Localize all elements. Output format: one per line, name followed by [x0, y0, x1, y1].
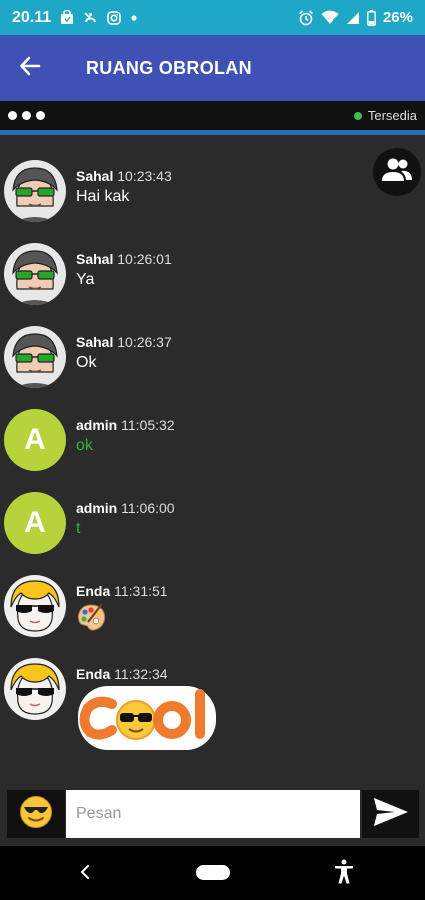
- accessibility-icon[interactable]: [332, 859, 356, 885]
- message-time: 10:26:37: [117, 334, 172, 350]
- app-bar: RUANG OBROLAN: [0, 35, 425, 101]
- avatar-sunglasses-boy: [4, 160, 66, 222]
- dot-icon: [130, 14, 138, 22]
- home-pill-icon[interactable]: [196, 865, 230, 880]
- avatar-sunglasses-boy: [4, 326, 66, 388]
- status-time: 20.11: [12, 8, 52, 26]
- back-button[interactable]: [0, 35, 60, 101]
- avatar-letter: A: [4, 409, 66, 471]
- message-composer: [0, 788, 425, 840]
- chat-message: A admin 11:05:32 ok: [4, 399, 404, 479]
- avatar-blonde-sunglasses: [4, 575, 66, 637]
- chat-message: Sahal 10:26:37 Ok: [4, 316, 404, 396]
- message-sender: Enda: [76, 666, 111, 682]
- message-sender: admin: [76, 417, 118, 433]
- chat-area[interactable]: Sahal 10:23:43 Hai kak Sahal 10:26:01 Ya…: [0, 140, 425, 780]
- more-options-icon[interactable]: [8, 111, 45, 120]
- avatar-blonde-sunglasses: [4, 658, 66, 720]
- send-button[interactable]: [362, 790, 419, 838]
- message-text: Ok: [76, 354, 97, 371]
- alarm-icon: [298, 9, 314, 26]
- battery-icon: [367, 9, 376, 26]
- avatar-sunglasses-boy: [4, 243, 66, 305]
- message-time: 10:26:01: [117, 251, 172, 267]
- presence-label: Tersedia: [367, 108, 417, 123]
- wifi-icon: [321, 10, 339, 25]
- bag-icon: [60, 10, 74, 25]
- page-title: RUANG OBROLAN: [86, 57, 252, 78]
- chat-message: Sahal 10:23:43 Hai kak: [4, 150, 404, 230]
- message-sender: Sahal: [76, 251, 114, 267]
- presence-status: Tersedia: [353, 108, 417, 123]
- send-icon: [373, 797, 409, 832]
- message-text: Hai kak: [76, 188, 130, 205]
- message-time: 10:23:43: [117, 168, 172, 184]
- message-text: Ya: [76, 271, 95, 288]
- instagram-icon: [107, 10, 121, 25]
- message-input[interactable]: [66, 790, 360, 838]
- message-sender: Sahal: [76, 168, 114, 184]
- chat-message: A admin 11:06:00 t: [4, 482, 404, 562]
- message-time: 11:05:32: [121, 417, 175, 433]
- message-sender: Sahal: [76, 334, 114, 350]
- cool-sticker: [76, 682, 218, 759]
- smiley-sunglasses-icon: [19, 795, 53, 834]
- signal-icon: [346, 11, 360, 25]
- system-nav-bar: [0, 846, 425, 900]
- status-bar: 20.11 26%: [0, 0, 425, 35]
- missed-call-icon: [83, 10, 98, 25]
- message-time: 11:31:51: [114, 583, 168, 599]
- message-sender: Enda: [76, 583, 111, 599]
- message-text: t: [76, 520, 81, 537]
- avatar-letter: A: [4, 492, 66, 554]
- arrow-left-icon: [19, 55, 41, 82]
- chat-message: Enda 11:31:51: [4, 565, 404, 645]
- message-time: 11:06:00: [121, 500, 175, 516]
- palette-emoji-icon: [76, 603, 106, 636]
- battery-percent: 26%: [382, 9, 413, 26]
- chat-message: Enda 11:32:34: [4, 648, 404, 750]
- message-text: ok: [76, 437, 93, 454]
- message-sender: admin: [76, 500, 118, 516]
- chat-message: Sahal 10:26:01 Ya: [4, 233, 404, 313]
- presence-bar: Tersedia: [0, 101, 425, 135]
- message-time: 11:32:34: [114, 666, 168, 682]
- emoji-button[interactable]: [7, 790, 65, 838]
- online-dot-icon: [353, 111, 362, 120]
- back-chevron-icon[interactable]: [74, 860, 98, 884]
